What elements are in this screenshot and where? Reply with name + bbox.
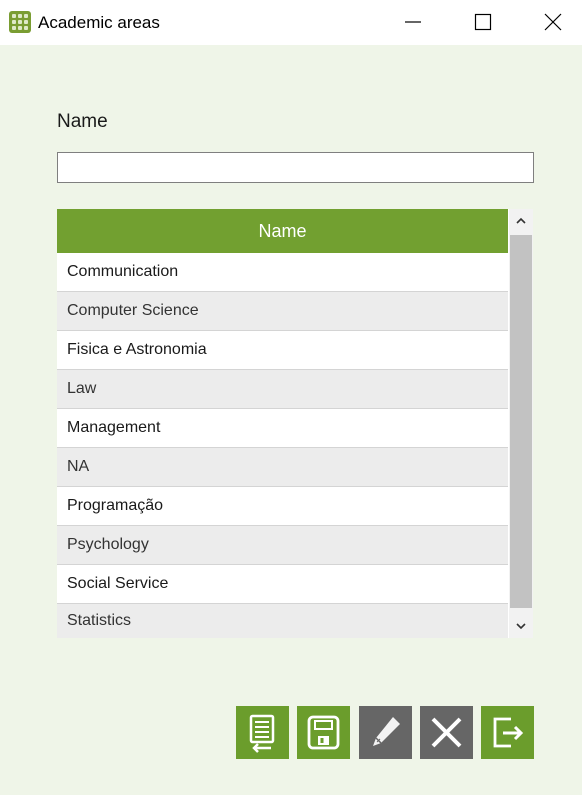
scroll-down-button[interactable]	[509, 614, 533, 638]
import-button[interactable]	[236, 706, 289, 759]
academic-areas-grid: Name Communication Computer Science Fisi…	[57, 209, 533, 638]
scroll-thumb[interactable]	[510, 235, 532, 608]
name-input[interactable]	[57, 152, 534, 183]
name-label: Name	[57, 111, 108, 132]
minimize-button[interactable]	[390, 0, 436, 45]
title-bar: Academic areas	[0, 0, 582, 45]
pencil-icon	[373, 717, 400, 746]
table-row[interactable]: Computer Science	[57, 292, 508, 331]
delete-button[interactable]	[420, 706, 473, 759]
vertical-scrollbar[interactable]	[509, 209, 533, 638]
table-row[interactable]: Social Service	[57, 565, 508, 604]
table-row[interactable]: Management	[57, 409, 508, 448]
maximize-button[interactable]	[460, 0, 506, 45]
close-button[interactable]	[530, 0, 576, 45]
edit-button[interactable]	[359, 706, 412, 759]
chevron-up-icon	[516, 217, 526, 224]
column-header-name[interactable]: Name	[57, 209, 508, 253]
table-row[interactable]: Communication	[57, 253, 508, 292]
window-title: Academic areas	[38, 13, 160, 32]
minimize-icon	[405, 21, 421, 23]
table-row[interactable]: Programação	[57, 487, 508, 526]
maximize-icon	[474, 13, 492, 31]
grid-rows: Communication Computer Science Fisica e …	[57, 253, 508, 638]
close-icon	[544, 13, 562, 31]
save-icon	[307, 715, 340, 750]
table-row[interactable]: Statistics	[57, 604, 508, 638]
x-delete-icon	[431, 717, 462, 748]
table-row[interactable]: Psychology	[57, 526, 508, 565]
grid-app-icon	[9, 11, 31, 33]
import-list-icon	[249, 714, 275, 753]
table-row[interactable]: Fisica e Astronomia	[57, 331, 508, 370]
save-button[interactable]	[297, 706, 350, 759]
exit-button[interactable]	[481, 706, 534, 759]
table-row[interactable]: NA	[57, 448, 508, 487]
scroll-up-button[interactable]	[509, 209, 533, 233]
exit-icon	[493, 717, 524, 748]
table-row[interactable]: Law	[57, 370, 508, 409]
chevron-down-icon	[516, 623, 526, 630]
